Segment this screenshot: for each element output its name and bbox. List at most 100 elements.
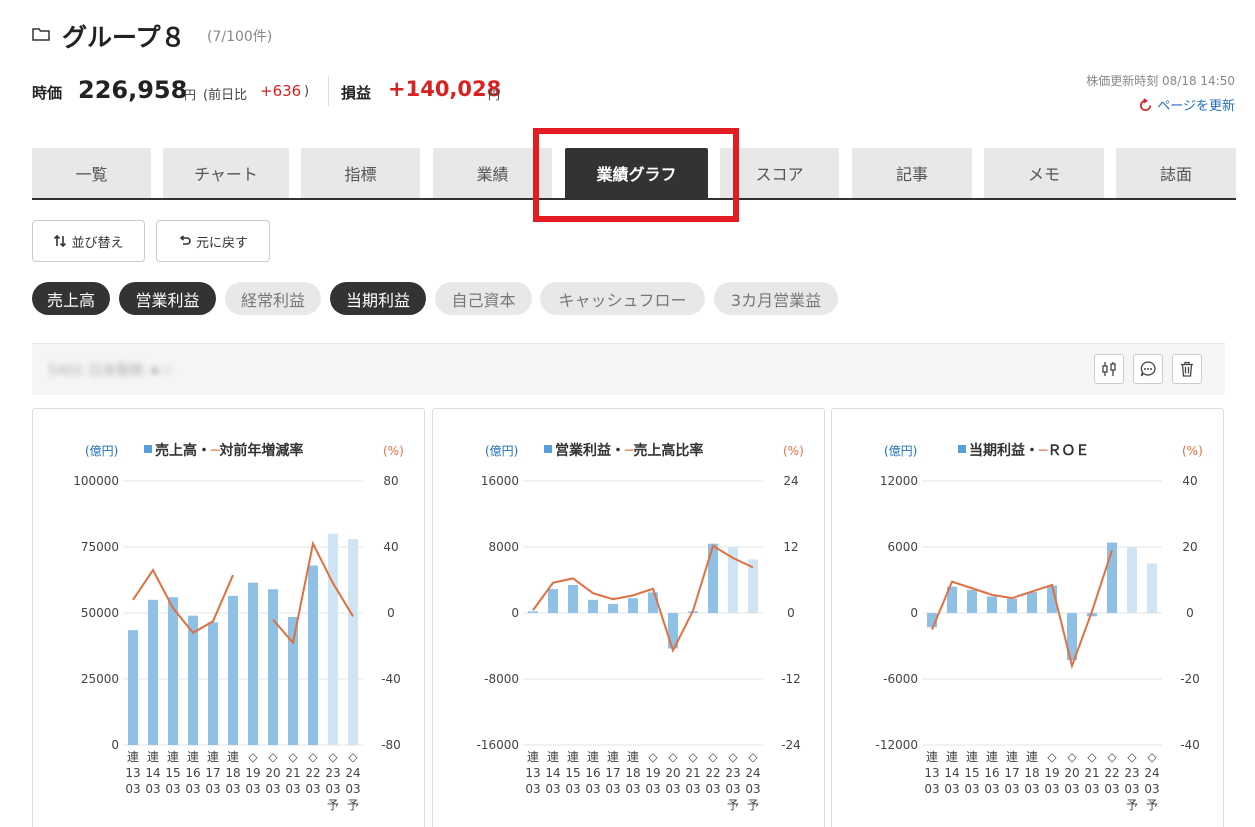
bar	[628, 598, 638, 613]
legend-line-label: 売上高比率	[633, 442, 703, 459]
y-right-tick-label: 24	[783, 474, 798, 488]
x-tick-label: 03	[705, 782, 720, 796]
chart-title: 当期利益・─ＲＯＥ	[969, 442, 1089, 459]
tab-chart[interactable]: チャート	[163, 148, 289, 198]
y-left-tick-label: 0	[910, 606, 918, 620]
x-tick-label: 連	[926, 750, 938, 764]
x-tick-label: ◇	[728, 750, 738, 764]
chart-panel-net-profit: (億円) 当期利益・─ＲＯＥ (%) 12000 6000 0 -6000 -12000…	[831, 408, 1224, 827]
x-tick-label: 21	[685, 766, 700, 780]
price-diff-value: +636	[260, 82, 302, 100]
left-unit-label: (億円)	[884, 444, 917, 458]
x-tick-label: 16	[585, 766, 600, 780]
y-right-tick-label: -40	[1180, 738, 1200, 752]
bar	[208, 622, 218, 745]
y-left-tick-label: -12000	[875, 738, 918, 752]
bar	[228, 595, 238, 745]
x-tick-label: ◇	[708, 750, 718, 764]
tab-list[interactable]: 一覧	[32, 148, 151, 198]
y-left-tick-label: 50000	[81, 606, 119, 620]
plot-area: 100000750005000025000080400-40-80連1303連1…	[73, 474, 401, 812]
bar	[1007, 598, 1017, 613]
refresh-icon	[1140, 98, 1152, 111]
x-tick-label: 03	[1084, 782, 1099, 796]
x-tick-label: ◇	[328, 750, 338, 764]
y-left-tick-label: 100000	[73, 474, 119, 488]
x-tick-label: 17	[605, 766, 620, 780]
right-unit-label: (%)	[783, 444, 804, 458]
x-tick-label: ◇	[1087, 750, 1097, 764]
y-right-tick-label: -12	[781, 672, 801, 686]
x-tick-label: 03	[1104, 782, 1119, 796]
filter-sales[interactable]: 売上高	[32, 282, 110, 315]
revert-button[interactable]: 元に戻す	[156, 220, 270, 262]
bar	[967, 589, 977, 613]
filter-operating-profit[interactable]: 営業利益	[119, 282, 216, 315]
bar	[568, 584, 578, 613]
x-tick-label: 24	[345, 766, 360, 780]
y-right-tick-label: 40	[383, 540, 398, 554]
x-tick-label: 03	[924, 782, 939, 796]
page-root: { "header": { "title": "グループ８", "count":…	[0, 0, 1255, 827]
x-tick-label: 03	[665, 782, 680, 796]
comment-button[interactable]	[1133, 354, 1163, 384]
y-right-tick-label: 20	[1182, 540, 1197, 554]
x-tick-label: 連	[527, 750, 539, 764]
filter-quarterly-op-profit[interactable]: 3カ月営業益	[714, 282, 838, 315]
y-left-tick-label: -6000	[883, 672, 918, 686]
x-tick-label: 22	[305, 766, 320, 780]
refresh-link[interactable]: ページを更新	[1125, 95, 1235, 114]
x-tick-label: 連	[147, 750, 159, 764]
x-tick-label: 03	[305, 782, 320, 796]
candlestick-button[interactable]	[1094, 354, 1124, 384]
chart-sales: (億円) 売上高・─対前年増減率 (%) 100000 75000 50000 250…	[73, 442, 404, 812]
x-tick-label: 連	[587, 750, 599, 764]
filter-equity[interactable]: 自己資本	[435, 282, 532, 315]
x-tick-label: ◇	[1127, 750, 1137, 764]
bar	[268, 589, 278, 745]
filter-cashflow[interactable]: キャッシュフロー	[540, 282, 705, 315]
trash-button[interactable]	[1172, 354, 1202, 384]
x-tick-label: 連	[1006, 750, 1018, 764]
x-tick-label: ◇	[268, 750, 278, 764]
price-label: 時価	[32, 84, 63, 102]
legend-bar-swatch	[958, 445, 966, 453]
filter-ordinary-profit[interactable]: 経常利益	[225, 282, 321, 315]
y-right-tick-label: 12	[783, 540, 798, 554]
tab-indicators[interactable]: 指標	[301, 148, 420, 198]
revert-label: 元に戻す	[195, 235, 248, 251]
sort-button[interactable]: 並び替え	[32, 220, 145, 262]
x-tick-label: 13	[525, 766, 540, 780]
tab-magazine[interactable]: 誌面	[1116, 148, 1236, 198]
x-tick-label: ◇	[288, 750, 298, 764]
bar	[328, 533, 338, 745]
x-tick-label: 予	[347, 798, 359, 812]
tab-articles[interactable]: 記事	[852, 148, 972, 198]
bar	[288, 616, 298, 745]
x-tick-label: 03	[265, 782, 280, 796]
y-left-tick-label: 16000	[481, 474, 519, 488]
x-tick-label: 連	[627, 750, 639, 764]
x-tick-label: 連	[966, 750, 978, 764]
filter-net-profit[interactable]: 当期利益	[330, 282, 426, 315]
trash-icon	[1181, 361, 1193, 377]
x-tick-label: 15	[964, 766, 979, 780]
tab-memo[interactable]: メモ	[984, 148, 1104, 198]
x-tick-label: 03	[1004, 782, 1019, 796]
y-right-tick-label: 40	[1182, 474, 1197, 488]
x-tick-label: 14	[944, 766, 959, 780]
pl-value: +140,028	[388, 77, 502, 101]
left-unit-label: (億円)	[485, 444, 518, 458]
x-tick-label: 17	[1004, 766, 1019, 780]
x-tick-label: 03	[1064, 782, 1079, 796]
stock-header	[32, 343, 1225, 395]
x-tick-label: ◇	[248, 750, 258, 764]
bar	[148, 599, 158, 745]
x-tick-label: ◇	[1047, 750, 1057, 764]
x-tick-label: 連	[1026, 750, 1038, 764]
x-tick-label: 03	[125, 782, 140, 796]
bar	[548, 589, 558, 613]
series-line	[931, 549, 1113, 670]
x-tick-label: 15	[565, 766, 580, 780]
bar	[128, 630, 138, 745]
